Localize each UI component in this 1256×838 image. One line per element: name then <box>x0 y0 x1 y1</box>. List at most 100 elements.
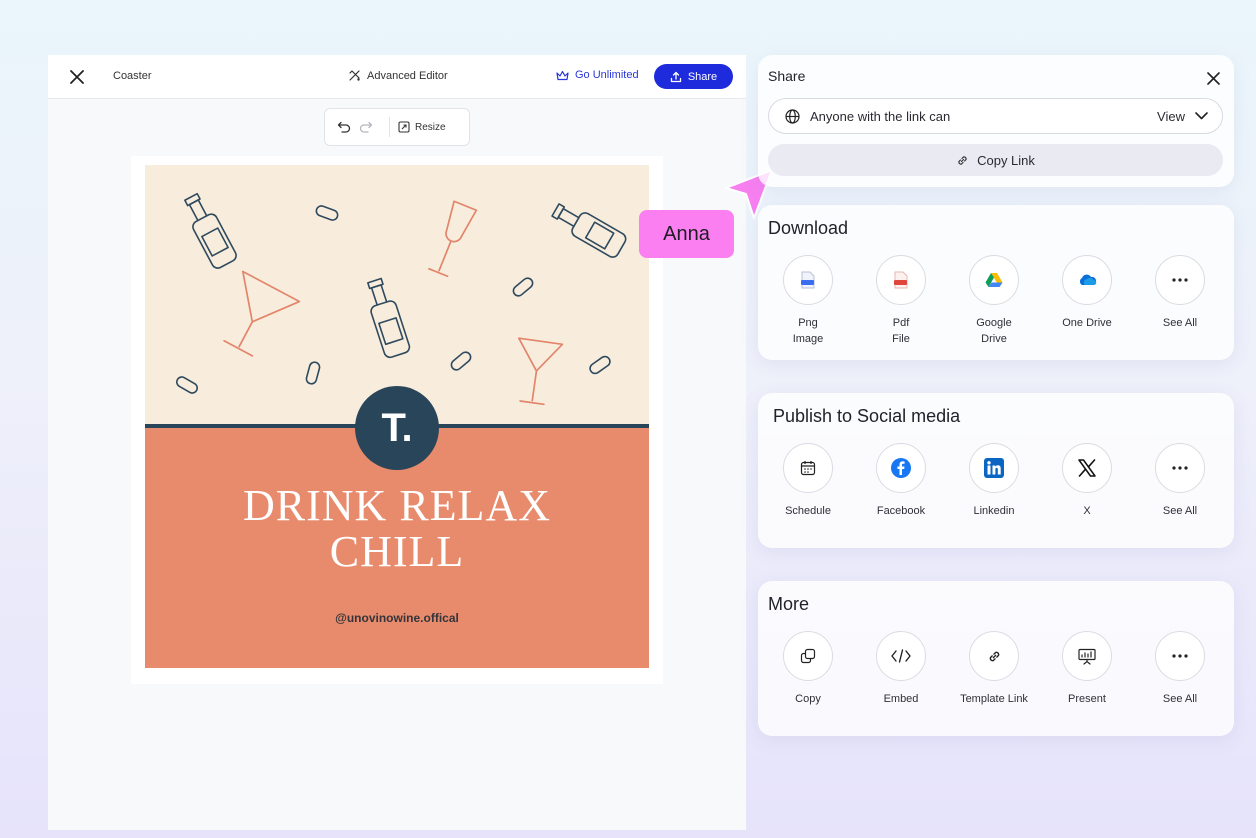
google-drive-icon <box>985 273 1003 287</box>
linkedin-label: Linkedin <box>973 505 1015 517</box>
png-label-1: Png <box>798 317 818 329</box>
design-frame: T. DRINK RELAX CHILL @unovinowine.offica… <box>131 156 663 684</box>
share-button-label: Share <box>687 70 718 83</box>
permission-text: Anyone with the link can <box>810 108 951 124</box>
coaster-design[interactable]: T. DRINK RELAX CHILL @unovinowine.offica… <box>145 165 649 668</box>
advanced-editor-label: Advanced Editor <box>367 69 448 82</box>
resize-button[interactable]: Resize <box>398 121 446 133</box>
editor-canvas-area: Coaster Advanced Editor Go Unlimited Sha… <box>48 55 746 830</box>
template-link-label: Template Link <box>960 693 1028 705</box>
gdrive-label-1: Google <box>976 317 1012 329</box>
linkedin-icon <box>984 458 1004 478</box>
schedule-label: Schedule <box>785 505 831 517</box>
redo-icon <box>359 121 373 133</box>
copy-circle <box>783 631 833 681</box>
more-see-all-button[interactable]: See All <box>1134 631 1226 707</box>
more-icon <box>1172 278 1188 282</box>
present-label: Present <box>1068 693 1106 705</box>
collaborator-name-tag: Anna <box>639 210 734 258</box>
presentation-icon <box>1078 648 1096 665</box>
calendar-icon <box>800 461 816 476</box>
share-panel: Share Anyone with the link can View Copy… <box>758 55 1234 187</box>
download-panel: Download Png Image Pdf File Google Drive On… <box>758 205 1234 360</box>
present-button[interactable]: Present <box>1041 631 1133 707</box>
headline-line-1: DRINK RELAX <box>243 481 551 530</box>
social-title: Publish to Social media <box>773 406 961 426</box>
embed-circle <box>876 631 926 681</box>
x-button[interactable]: X <box>1041 443 1133 519</box>
copy-button[interactable]: Copy <box>762 631 854 707</box>
onedrive-icon <box>1079 274 1097 285</box>
embed-label: Embed <box>883 693 919 705</box>
x-label: X <box>1083 505 1091 517</box>
social-handle: @unovinowine.offical <box>335 611 459 625</box>
schedule-button[interactable]: Schedule <box>762 443 854 519</box>
redo-button[interactable] <box>355 116 377 138</box>
present-circle <box>1062 631 1112 681</box>
download-google-drive-button[interactable]: Google Drive <box>948 255 1040 347</box>
facebook-circle <box>876 443 926 493</box>
template-link-button[interactable]: Template Link <box>948 631 1040 707</box>
gdrive-label-2: Drive <box>981 333 1007 345</box>
download-onedrive-button[interactable]: One Drive <box>1041 255 1133 331</box>
close-icon <box>70 70 84 84</box>
facebook-button[interactable]: Facebook <box>855 443 947 519</box>
undo-button[interactable] <box>333 116 355 138</box>
facebook-label: Facebook <box>876 505 926 517</box>
resize-label: Resize <box>415 121 446 133</box>
document-title: Coaster <box>113 70 152 82</box>
share-button[interactable]: Share <box>654 64 733 89</box>
go-unlimited-link[interactable]: Go Unlimited <box>556 69 639 81</box>
download-pdf-circle <box>876 255 926 305</box>
social-options: Schedule Facebook Linkedin X See All <box>783 443 1206 543</box>
globe-icon <box>785 108 800 124</box>
link-icon <box>989 651 999 661</box>
more-title: More <box>768 594 810 614</box>
headline-line-2: CHILL <box>329 527 465 576</box>
canvas-toolbar: Resize <box>324 108 470 146</box>
code-icon <box>891 649 911 663</box>
copy-link-button[interactable]: Copy Link <box>768 144 1223 176</box>
pdf-label-2: File <box>892 333 910 345</box>
upload-icon <box>670 71 681 82</box>
resize-icon <box>398 121 410 133</box>
embed-button[interactable]: Embed <box>855 631 947 707</box>
brand-logo: T. <box>355 386 439 470</box>
advanced-editor-button[interactable]: Advanced Editor <box>348 69 448 82</box>
download-title: Download <box>768 218 849 238</box>
schedule-circle <box>783 443 833 493</box>
download-png-circle <box>783 255 833 305</box>
close-icon <box>1206 71 1220 85</box>
crown-icon <box>556 70 569 80</box>
link-permission-select[interactable]: Anyone with the link can View <box>768 98 1223 134</box>
chevron-down-icon <box>1195 112 1208 120</box>
editor-topbar: Coaster Advanced Editor Go Unlimited Sha… <box>48 55 746 99</box>
download-more-circle <box>1155 255 1205 305</box>
social-see-all-label: See All <box>1162 505 1198 517</box>
download-png-button[interactable]: Png Image <box>762 255 854 347</box>
download-pdf-button[interactable]: Pdf File <box>855 255 947 347</box>
more-options: Copy Embed Template Link Present See All <box>783 631 1206 731</box>
linkedin-circle <box>969 443 1019 493</box>
download-see-all-label: See All <box>1162 317 1198 329</box>
social-more-circle <box>1155 443 1205 493</box>
more-icon <box>1172 466 1188 470</box>
google-drive-circle <box>969 255 1019 305</box>
more-see-all-label: See All <box>1162 693 1198 705</box>
facebook-icon <box>891 458 911 478</box>
linkedin-button[interactable]: Linkedin <box>948 443 1040 519</box>
social-publish-panel: Publish to Social media Schedule Faceboo… <box>758 393 1234 548</box>
close-editor-button[interactable] <box>66 66 88 88</box>
close-share-panel-button[interactable] <box>1202 67 1224 89</box>
more-more-circle <box>1155 631 1205 681</box>
onedrive-label: One Drive <box>1062 317 1112 329</box>
download-see-all-button[interactable]: See All <box>1134 255 1226 331</box>
social-see-all-button[interactable]: See All <box>1134 443 1226 519</box>
pdf-file-icon <box>894 271 908 289</box>
design-headline: DRINK RELAX CHILL <box>145 483 649 575</box>
share-panel-title: Share <box>768 68 806 84</box>
copy-link-label: Copy Link <box>977 152 1035 168</box>
toolbar-divider <box>389 117 390 137</box>
download-options: Png Image Pdf File Google Drive One Drive S… <box>783 255 1206 355</box>
magic-tools-icon <box>349 70 360 81</box>
